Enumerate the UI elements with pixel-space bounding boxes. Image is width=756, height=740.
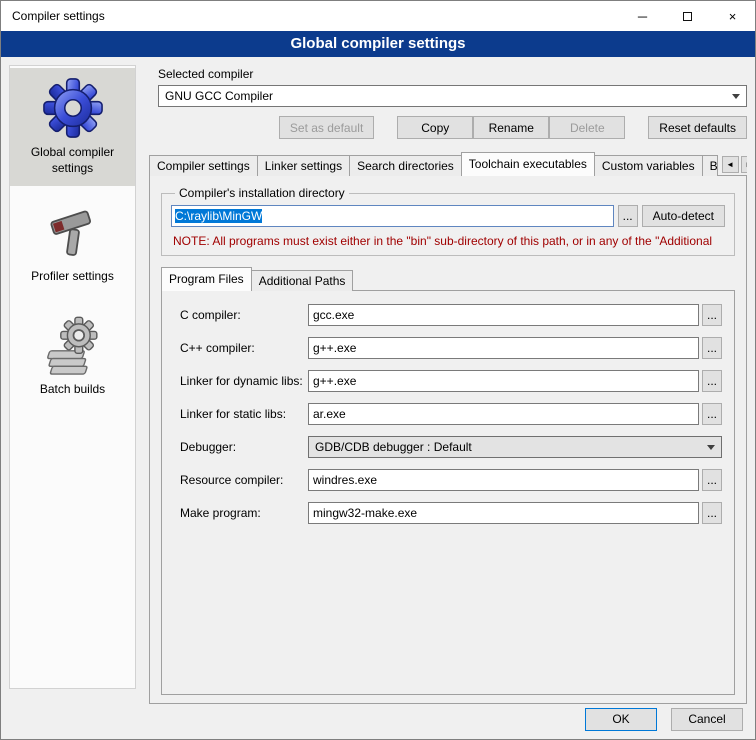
settings-tabstrip: Compiler settings Linker settings Search… <box>149 152 747 176</box>
field-row: Linker for dynamic libs: ... <box>180 370 722 392</box>
settings-category-list: Global compiler settings Profiler settin… <box>9 65 136 689</box>
install-dir-input[interactable]: C:\raylib\MinGW <box>171 205 614 227</box>
installation-directory-group: Compiler's installation directory C:\ray… <box>161 186 735 256</box>
arrow-right-icon: ► <box>745 160 747 169</box>
copy-button[interactable]: Copy <box>397 116 473 139</box>
maximize-icon <box>683 12 692 21</box>
c-compiler-label: C compiler: <box>180 308 308 322</box>
compiler-actions: Set as default Copy Rename Delete Reset … <box>149 116 747 139</box>
resource-compiler-input[interactable] <box>308 469 699 491</box>
resource-compiler-browse-button[interactable]: ... <box>702 469 722 491</box>
sidebar-item-label: Global compiler settings <box>12 144 133 176</box>
tab-toolchain-executables[interactable]: Toolchain executables <box>461 152 595 176</box>
close-icon: × <box>729 9 737 24</box>
tab-compiler-settings[interactable]: Compiler settings <box>149 155 258 176</box>
program-files-tabstrip: Program Files Additional Paths <box>161 268 740 291</box>
minimize-icon: ─ <box>638 9 647 24</box>
make-program-input[interactable] <box>308 502 699 524</box>
linker-dynamic-label: Linker for dynamic libs: <box>180 374 308 388</box>
arrow-left-icon: ◄ <box>726 160 734 169</box>
make-program-label: Make program: <box>180 506 308 520</box>
linker-static-input[interactable] <box>308 403 699 425</box>
sidebar-item-global-compiler-settings[interactable]: Global compiler settings <box>10 68 135 186</box>
installation-directory-label: Compiler's installation directory <box>175 186 349 200</box>
ok-button[interactable]: OK <box>585 708 657 731</box>
field-row: Debugger: GDB/CDB debugger : Default <box>180 436 722 458</box>
minimize-button[interactable]: ─ <box>620 1 665 31</box>
sidebar-item-label: Batch builds <box>40 381 105 397</box>
close-button[interactable]: × <box>710 1 755 31</box>
maximize-button[interactable] <box>665 1 710 31</box>
compiler-select-value: GNU GCC Compiler <box>165 89 273 103</box>
titlebar: Compiler settings ─ × <box>1 1 755 31</box>
autodetect-button[interactable]: Auto-detect <box>642 205 725 227</box>
debugger-select[interactable]: GDB/CDB debugger : Default <box>308 436 722 458</box>
sidebar-item-profiler-settings[interactable]: Profiler settings <box>10 196 135 294</box>
field-row: Resource compiler: ... <box>180 469 722 491</box>
tab-build[interactable]: Build <box>702 155 718 176</box>
c-compiler-browse-button[interactable]: ... <box>702 304 722 326</box>
chevron-down-icon <box>732 94 740 99</box>
compiler-select[interactable]: GNU GCC Compiler <box>158 85 747 107</box>
dialog-footer: OK Cancel <box>1 699 755 739</box>
cpp-compiler-input[interactable] <box>308 337 699 359</box>
program-files-page: C compiler: ... C++ compiler: ... Linker… <box>161 290 735 695</box>
field-row: C compiler: ... <box>180 304 722 326</box>
field-row: Make program: ... <box>180 502 722 524</box>
rename-button[interactable]: Rename <box>473 116 549 139</box>
tab-additional-paths[interactable]: Additional Paths <box>251 270 354 291</box>
profiler-icon <box>44 205 102 263</box>
resource-compiler-label: Resource compiler: <box>180 473 308 487</box>
make-program-browse-button[interactable]: ... <box>702 502 722 524</box>
selected-compiler-label: Selected compiler <box>158 67 747 81</box>
tab-search-directories[interactable]: Search directories <box>349 155 462 176</box>
install-dir-selected-text: C:\raylib\MinGW <box>175 209 262 223</box>
main-panel: Selected compiler GNU GCC Compiler Set a… <box>149 63 747 704</box>
toolchain-executables-page: Compiler's installation directory C:\ray… <box>149 175 747 704</box>
linker-dynamic-browse-button[interactable]: ... <box>702 370 722 392</box>
compiler-gear-icon <box>42 77 104 139</box>
dialog-banner: Global compiler settings <box>1 31 755 57</box>
installation-directory-row: C:\raylib\MinGW ... Auto-detect <box>171 205 725 227</box>
tab-program-files[interactable]: Program Files <box>161 267 252 291</box>
chevron-down-icon <box>707 445 715 450</box>
cpp-compiler-browse-button[interactable]: ... <box>702 337 722 359</box>
delete-button: Delete <box>549 116 625 139</box>
tab-linker-settings[interactable]: Linker settings <box>257 155 350 176</box>
cancel-button[interactable]: Cancel <box>671 708 743 731</box>
field-row: Linker for static libs: ... <box>180 403 722 425</box>
set-as-default-button: Set as default <box>279 116 374 139</box>
sidebar-item-batch-builds[interactable]: Batch builds <box>10 305 135 407</box>
field-row: C++ compiler: ... <box>180 337 722 359</box>
cpp-compiler-label: C++ compiler: <box>180 341 308 355</box>
c-compiler-input[interactable] <box>308 304 699 326</box>
install-dir-browse-button[interactable]: ... <box>618 205 638 227</box>
note-text: NOTE: All programs must exist either in … <box>173 234 725 248</box>
tab-scroll-left-button[interactable]: ◄ <box>722 156 739 173</box>
window-title: Compiler settings <box>12 9 105 23</box>
linker-static-browse-button[interactable]: ... <box>702 403 722 425</box>
reset-defaults-button[interactable]: Reset defaults <box>648 116 747 139</box>
tab-custom-variables[interactable]: Custom variables <box>594 155 703 176</box>
tab-scrollers: ◄ ► <box>718 156 747 176</box>
linker-static-label: Linker for static libs: <box>180 407 308 421</box>
batch-builds-icon <box>42 314 104 376</box>
window-controls: ─ × <box>620 1 755 31</box>
debugger-select-value: GDB/CDB debugger : Default <box>315 440 472 454</box>
linker-dynamic-input[interactable] <box>308 370 699 392</box>
debugger-label: Debugger: <box>180 440 308 454</box>
compiler-settings-window: Compiler settings ─ × Global compiler se… <box>0 0 756 740</box>
sidebar-item-label: Profiler settings <box>31 268 114 284</box>
tab-scroll-right-button[interactable]: ► <box>741 156 747 173</box>
